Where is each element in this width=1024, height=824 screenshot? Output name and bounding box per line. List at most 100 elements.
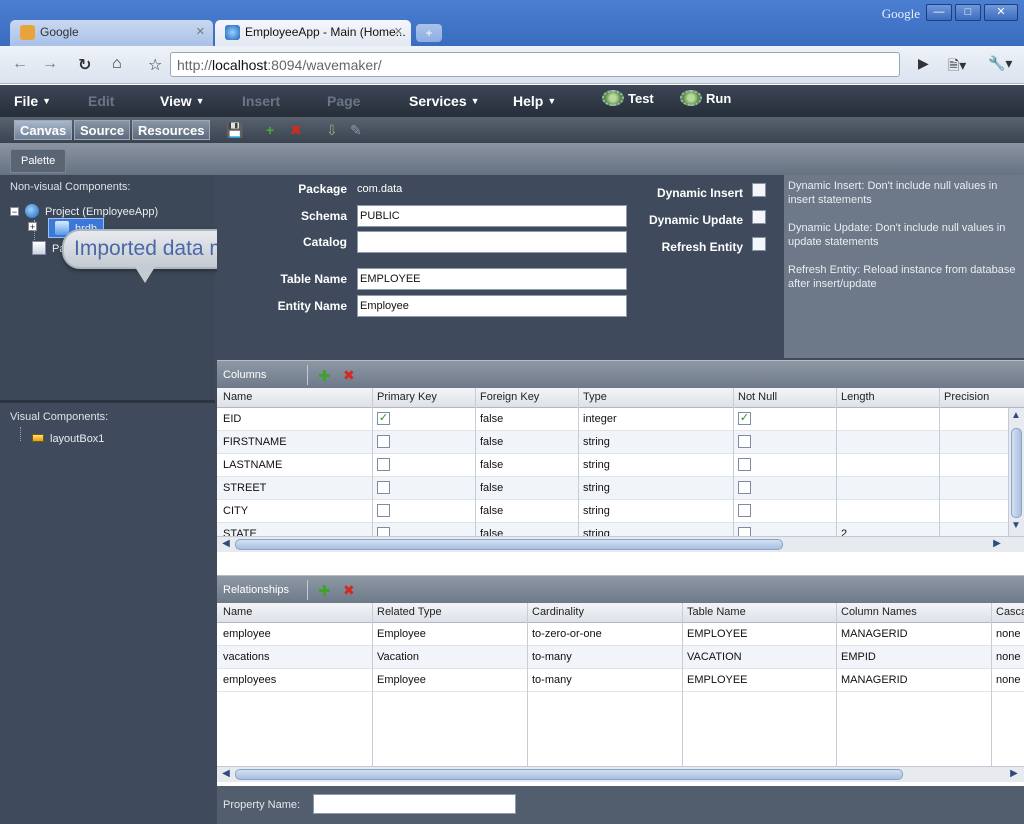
add-column-icon[interactable]: ✚ bbox=[318, 367, 331, 385]
address-bar[interactable]: http://localhost:8094/wavemaker/ bbox=[170, 52, 900, 77]
add-relationship-icon[interactable]: ✚ bbox=[318, 582, 331, 600]
catalog-input[interactable] bbox=[357, 231, 627, 253]
maximize-icon[interactable]: □ bbox=[955, 4, 981, 21]
table-row[interactable]: STREET false string bbox=[217, 477, 1024, 500]
tab-canvas[interactable]: Canvas bbox=[14, 120, 73, 140]
scroll-up-icon[interactable]: ▲ bbox=[1009, 410, 1023, 423]
tab-close-icon[interactable]: ✕ bbox=[196, 25, 205, 38]
help-dynamic-insert: Dynamic Insert: Don't include null value… bbox=[788, 180, 998, 206]
tree-item-hrdb-expander[interactable]: + bbox=[28, 221, 43, 233]
forward-arrow-icon[interactable]: → bbox=[42, 55, 58, 73]
menu-edit[interactable]: Edit bbox=[88, 93, 114, 109]
scroll-thumb[interactable] bbox=[235, 769, 903, 780]
primary-key-checkbox[interactable]: ✓ bbox=[377, 412, 390, 425]
entity-name-input[interactable]: Employee bbox=[357, 295, 627, 317]
save-icon[interactable]: 💾 bbox=[226, 122, 243, 139]
not-null-checkbox[interactable] bbox=[738, 458, 751, 471]
primary-key-checkbox[interactable] bbox=[377, 458, 390, 471]
table-row[interactable]: LASTNAME false string bbox=[217, 454, 1024, 477]
rel-header-cascade[interactable]: Casca bbox=[996, 606, 1024, 618]
rel-header-cardinality[interactable]: Cardinality bbox=[532, 606, 584, 618]
run-button[interactable]: Run bbox=[680, 90, 731, 106]
home-icon[interactable]: ⌂ bbox=[112, 55, 122, 73]
col-header-primary-key[interactable]: Primary Key bbox=[377, 391, 437, 403]
menu-services[interactable]: Services ▼ bbox=[409, 93, 480, 109]
rel-header-table-name[interactable]: Table Name bbox=[687, 606, 746, 618]
property-name-input[interactable] bbox=[313, 794, 516, 814]
col-header-type[interactable]: Type bbox=[583, 391, 607, 403]
scroll-left-icon[interactable]: ◀ bbox=[219, 768, 233, 781]
scroll-right-icon[interactable]: ▶ bbox=[990, 538, 1004, 551]
table-row[interactable]: employee Employee to-zero-or-one EMPLOYEE MA… bbox=[217, 623, 1024, 646]
rel-header-related-type[interactable]: Related Type bbox=[377, 606, 442, 618]
refresh-entity-checkbox[interactable] bbox=[752, 237, 766, 251]
go-arrow-icon[interactable]: ▶ bbox=[918, 55, 929, 72]
scroll-right-icon[interactable]: ▶ bbox=[1007, 768, 1021, 781]
browser-tab-employeeapp[interactable]: EmployeeApp - Main (Home... ✕ bbox=[215, 20, 411, 46]
table-row[interactable]: FIRSTNAME false string bbox=[217, 431, 1024, 454]
col-header-length[interactable]: Length bbox=[841, 391, 875, 403]
minimize-icon[interactable]: — bbox=[926, 4, 952, 21]
scroll-thumb[interactable] bbox=[1011, 428, 1022, 518]
delete-icon[interactable]: ✖ bbox=[290, 122, 302, 139]
col-header-precision[interactable]: Precision bbox=[944, 391, 989, 403]
menu-insert[interactable]: Insert bbox=[242, 93, 280, 109]
window-brand: Google bbox=[881, 6, 920, 21]
reload-icon[interactable]: ↻ bbox=[78, 55, 91, 75]
dynamic-insert-checkbox[interactable] bbox=[752, 183, 766, 197]
columns-horizontal-scrollbar[interactable]: ◀ ▶ bbox=[217, 536, 1024, 552]
test-button[interactable]: Test bbox=[602, 90, 654, 106]
tree-item-layoutbox[interactable]: layoutBox1 bbox=[32, 433, 104, 445]
not-null-checkbox[interactable]: ✓ bbox=[738, 412, 751, 425]
tab-close-icon[interactable]: ✕ bbox=[394, 25, 403, 38]
not-null-checkbox[interactable] bbox=[738, 504, 751, 517]
scroll-left-icon[interactable]: ◀ bbox=[219, 538, 233, 551]
close-icon[interactable]: ✕ bbox=[984, 4, 1018, 21]
wrench-icon[interactable]: 🔧▾ bbox=[988, 55, 1012, 72]
page-menu-icon[interactable]: 🗎▾ bbox=[948, 55, 966, 79]
menu-page[interactable]: Page bbox=[327, 93, 360, 109]
rel-header-column-names[interactable]: Column Names bbox=[841, 606, 917, 618]
columns-vertical-scrollbar[interactable]: ▲ ▼ bbox=[1008, 408, 1024, 536]
back-arrow-icon[interactable]: ← bbox=[12, 55, 28, 73]
table-row[interactable]: vacations Vacation to-many VACATION EMPID non… bbox=[217, 646, 1024, 669]
cell-cascade: none bbox=[996, 674, 1021, 686]
collapse-icon[interactable]: − bbox=[10, 207, 19, 217]
not-null-checkbox[interactable] bbox=[738, 481, 751, 494]
edit-icon[interactable]: ✎ bbox=[350, 122, 362, 139]
cell-type: string bbox=[583, 459, 610, 471]
table-row[interactable]: EID ✓ false integer ✓ bbox=[217, 408, 1024, 431]
dynamic-update-checkbox[interactable] bbox=[752, 210, 766, 224]
menu-file[interactable]: File ▼ bbox=[14, 93, 51, 109]
tab-palette[interactable]: Palette bbox=[10, 149, 67, 173]
tab-resources[interactable]: Resources bbox=[132, 120, 211, 140]
bookmark-star-icon[interactable]: ☆ bbox=[148, 55, 162, 75]
tree-item-project[interactable]: − Project (EmployeeApp) bbox=[10, 204, 158, 218]
delete-column-icon[interactable]: ✖ bbox=[343, 367, 355, 384]
not-null-checkbox[interactable] bbox=[738, 435, 751, 448]
new-tab-icon[interactable]: + bbox=[416, 24, 442, 42]
col-header-name[interactable]: Name bbox=[223, 391, 252, 403]
table-name-input[interactable]: EMPLOYEE bbox=[357, 268, 627, 290]
menu-view[interactable]: View ▼ bbox=[160, 93, 205, 109]
menu-help[interactable]: Help ▼ bbox=[513, 93, 556, 109]
relationships-horizontal-scrollbar[interactable]: ◀ ▶ bbox=[217, 766, 1024, 782]
import-icon[interactable]: ⇩ bbox=[326, 122, 338, 139]
package-value: com.data bbox=[357, 183, 403, 195]
scroll-thumb[interactable] bbox=[235, 539, 783, 550]
add-icon[interactable]: + bbox=[266, 122, 274, 138]
table-row[interactable]: CITY false string bbox=[217, 500, 1024, 523]
table-row[interactable]: employees Employee to-many EMPLOYEE MANAGERI… bbox=[217, 669, 1024, 692]
col-header-not-null[interactable]: Not Null bbox=[738, 391, 777, 403]
primary-key-checkbox[interactable] bbox=[377, 481, 390, 494]
delete-relationship-icon[interactable]: ✖ bbox=[343, 582, 355, 599]
browser-tab-google[interactable]: Google ✕ bbox=[10, 20, 213, 46]
tab-source[interactable]: Source bbox=[74, 120, 131, 140]
col-header-foreign-key[interactable]: Foreign Key bbox=[480, 391, 539, 403]
primary-key-checkbox[interactable] bbox=[377, 435, 390, 448]
scroll-down-icon[interactable]: ▼ bbox=[1009, 520, 1023, 533]
primary-key-checkbox[interactable] bbox=[377, 504, 390, 517]
rel-header-name[interactable]: Name bbox=[223, 606, 252, 618]
schema-input[interactable]: PUBLIC bbox=[357, 205, 627, 227]
expand-icon[interactable]: + bbox=[28, 222, 37, 232]
